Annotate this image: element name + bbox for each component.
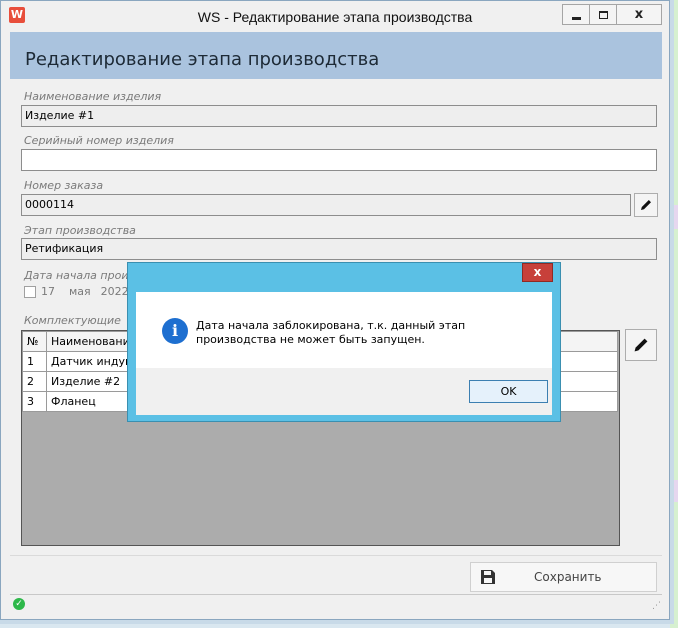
product-name-field[interactable]: Изделие #1 — [21, 105, 657, 127]
save-button-label: Сохранить — [534, 570, 602, 584]
desktop-background — [670, 0, 678, 628]
pencil-icon — [634, 338, 648, 352]
title-bar[interactable]: W WS - Редактирование этапа производства… — [1, 1, 669, 32]
order-number-label: Номер заказа — [24, 179, 104, 192]
start-date-year: 2022 — [100, 285, 129, 298]
serial-number-field[interactable] — [21, 149, 657, 171]
check-icon: ✓ — [13, 598, 25, 610]
start-date-picker[interactable]: 17 мая 2022 — [24, 285, 129, 298]
minimize-icon — [571, 16, 581, 20]
stage-label: Этап производства — [24, 224, 136, 237]
save-button[interactable]: Сохранить — [470, 562, 657, 592]
start-date-day: 17 — [41, 285, 55, 298]
components-label: Комплектующие — [24, 314, 121, 327]
maximize-icon — [598, 10, 608, 19]
row-number: 3 — [22, 391, 47, 412]
edit-order-button[interactable] — [634, 193, 658, 217]
stage-field[interactable]: Ретификация — [21, 238, 657, 260]
start-date-label: Дата начала произв — [24, 269, 141, 282]
desktop-background-accent — [670, 205, 678, 229]
header-band: Редактирование этапа производства — [10, 32, 662, 79]
message-dialog: x i Дата начала заблокирована, т.к. данн… — [127, 262, 561, 422]
page-title: Редактирование этапа производства — [25, 49, 380, 70]
close-button[interactable]: x — [616, 4, 662, 25]
dialog-body: i Дата начала заблокирована, т.к. данный… — [136, 292, 552, 415]
column-header-number[interactable]: № — [22, 331, 47, 352]
row-number: 1 — [22, 351, 47, 372]
footer-divider — [10, 555, 662, 556]
start-date-checkbox[interactable] — [24, 285, 36, 298]
serial-number-label: Серийный номер изделия — [24, 134, 174, 147]
close-icon: x — [634, 7, 644, 22]
ok-button[interactable]: OK — [469, 380, 548, 403]
floppy-icon — [481, 570, 495, 584]
start-date-month: мая — [69, 285, 91, 298]
dialog-message-area: i Дата начала заблокирована, т.к. данный… — [136, 292, 552, 368]
minimize-button[interactable] — [562, 4, 590, 25]
info-icon: i — [162, 318, 188, 344]
window-controls: x — [562, 4, 662, 25]
row-number: 2 — [22, 371, 47, 392]
resize-grip-icon[interactable]: ⋰ — [652, 601, 661, 611]
dialog-message: Дата начала заблокирована, т.к. данный э… — [196, 319, 466, 346]
pencil-icon — [641, 200, 651, 210]
status-bar: ✓ ⋰ — [10, 594, 662, 612]
product-name-label: Наименование изделия — [24, 90, 162, 103]
order-number-field[interactable]: 0000114 — [21, 194, 631, 216]
maximize-button[interactable] — [589, 4, 617, 25]
dialog-close-button[interactable]: x — [522, 263, 553, 282]
edit-components-button[interactable] — [625, 329, 657, 361]
desktop-background-accent — [670, 480, 678, 502]
